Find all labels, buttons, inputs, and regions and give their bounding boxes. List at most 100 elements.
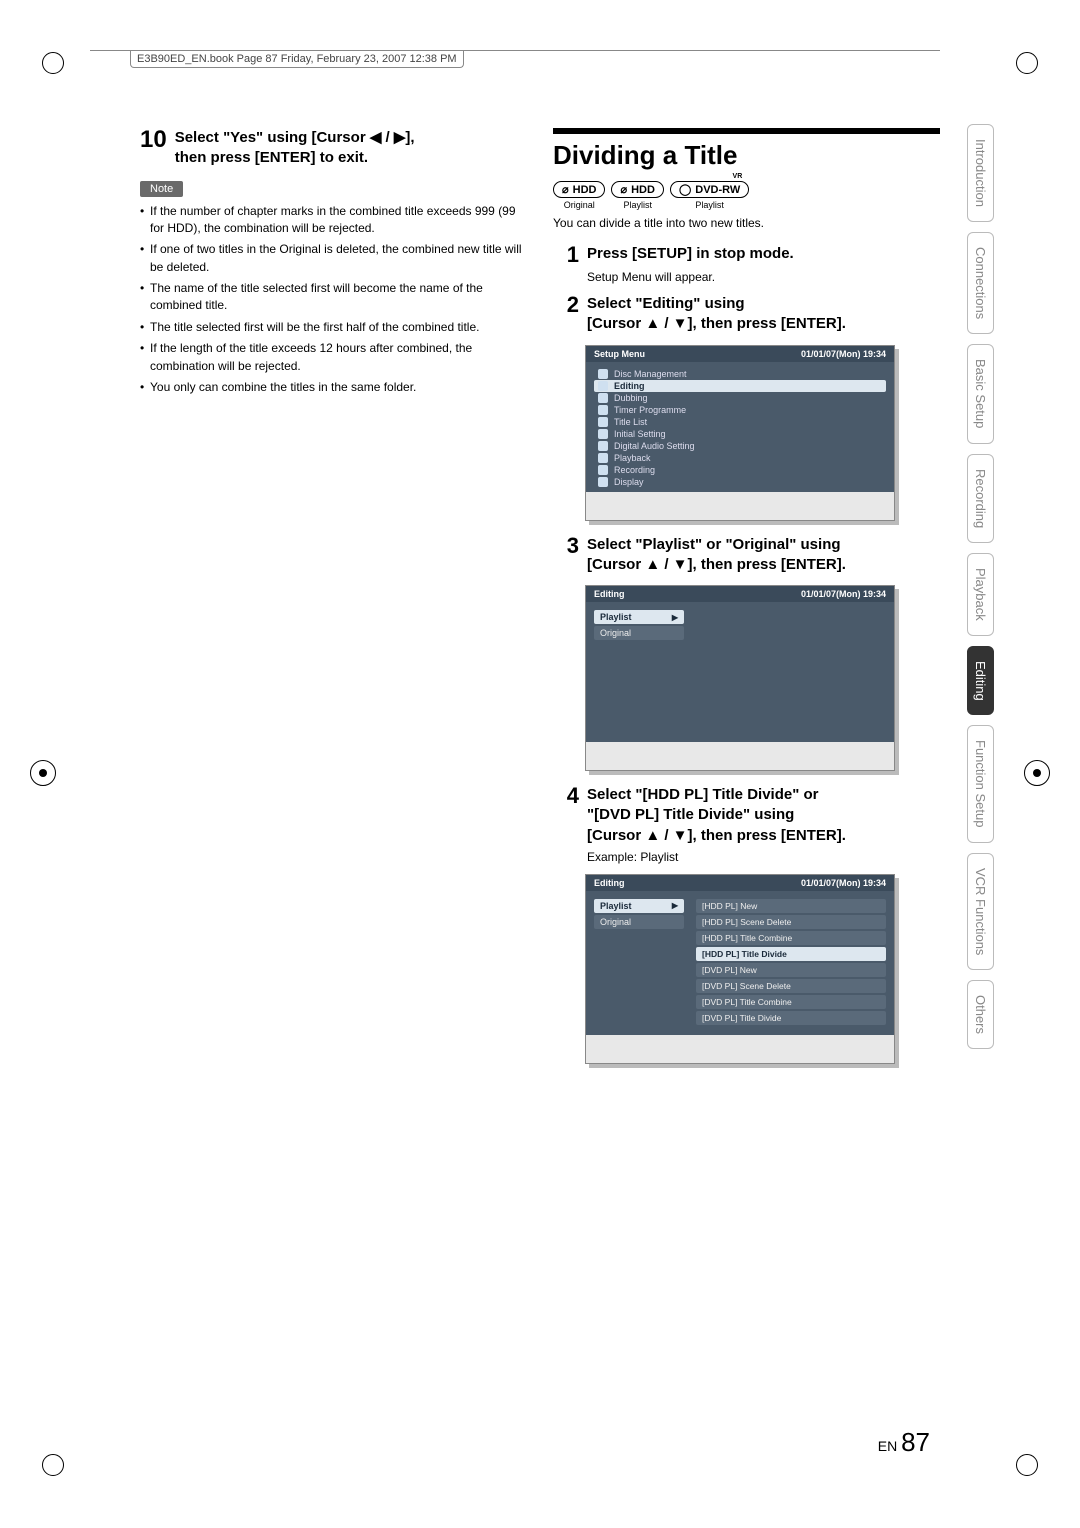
shot-status-bar [586,742,894,770]
step-subtext: Example: Playlist [587,850,940,864]
shot-time: 01/01/07(Mon) 19:34 [801,349,886,359]
step-text-line2: "[DVD PL] Title Divide" using [587,805,846,825]
chevron-right-icon: ▶ [672,613,678,622]
menu-item-icon [598,393,608,403]
menu-item: Original [594,915,684,929]
right-column: Dividing a Title ⌀ HDD Original ⌀ HDD Pl… [553,128,940,1428]
crop-mark-icon [42,1454,64,1476]
menu-item-label: Editing [614,381,645,391]
side-tab-list: Introduction Connections Basic Setup Record… [967,124,994,1049]
section-description: You can divide a title into two new titl… [553,216,940,230]
submenu-item: [DVD PL] New [696,963,886,977]
registration-mark-icon [30,760,56,786]
setup-menu-screenshot: Setup Menu 01/01/07(Mon) 19:34 Disc Mana… [585,345,895,521]
dvd-rw-badge: VR ◯ DVD-RW [670,181,749,198]
menu-item-label: Dubbing [614,393,648,403]
submenu-item: [HDD PL] New [696,899,886,913]
side-tab-function-setup[interactable]: Function Setup [967,725,994,842]
step-number: 4 [553,785,579,807]
menu-item: Editing [594,380,886,392]
menu-item-icon [598,465,608,475]
disc-icon: ⌀ [620,183,627,196]
menu-item-icon [598,441,608,451]
disc-icon: ◯ [679,183,691,196]
chevron-right-icon: ▶ [672,901,678,910]
page-number: 87 [901,1427,930,1457]
side-tab-recording[interactable]: Recording [967,454,994,543]
side-tab-basic-setup[interactable]: Basic Setup [967,344,994,443]
menu-item: Original [594,626,684,640]
disc-icon: ⌀ [562,183,569,196]
menu-item: Title List [594,416,886,428]
crop-mark-icon [1016,1454,1038,1476]
menu-item: Initial Setting [594,428,886,440]
note-bullet: You only can combine the titles in the s… [140,379,527,396]
note-bullet: If the number of chapter marks in the co… [140,203,527,238]
menu-item: Timer Programme [594,404,886,416]
hdd-badge: ⌀ HDD [553,181,605,198]
side-tab-introduction[interactable]: Introduction [967,124,994,222]
step-text-line3: [Cursor ▲ / ▼], then press [ENTER]. [587,826,846,846]
submenu-item: [DVD PL] Title Divide [696,1011,886,1025]
step-text-line1: Select "[HDD PL] Title Divide" or [587,785,846,805]
menu-item-label: Playback [614,453,651,463]
crop-mark-icon [42,52,64,74]
shot-time: 01/01/07(Mon) 19:34 [801,589,886,599]
side-tab-vcr-functions[interactable]: VCR Functions [967,853,994,970]
page-lang: EN [878,1438,897,1454]
crop-mark-icon [1016,52,1038,74]
step-number: 2 [553,294,579,316]
submenu-item: [DVD PL] Title Combine [696,995,886,1009]
badge-superscript: VR [733,173,743,180]
page-footer: EN 87 [878,1427,930,1458]
section-heading: Dividing a Title [553,128,940,171]
submenu-item: [HDD PL] Title Combine [696,931,886,945]
badge-subtext: Original [564,200,595,210]
menu-item-label: Title List [614,417,647,427]
step-number: 3 [553,535,579,557]
step-text-line2: then press [ENTER] to exit. [175,148,415,168]
side-tab-editing[interactable]: Editing [967,646,994,716]
step-text: Press [SETUP] in stop mode. [587,244,794,264]
step-text-line1: Select "Editing" using [587,294,846,314]
note-label: Note [140,181,183,197]
side-tab-playback[interactable]: Playback [967,553,994,636]
shot-title: Setup Menu [594,349,645,359]
note-bullet: If the length of the title exceeds 12 ho… [140,340,527,375]
note-bullet: The name of the title selected first wil… [140,280,527,315]
step-number: 10 [140,128,167,152]
note-bullet: If one of two titles in the Original is … [140,241,527,276]
book-header: E3B90ED_EN.book Page 87 Friday, February… [90,50,940,72]
menu-item: Recording [594,464,886,476]
menu-item-icon [598,369,608,379]
submenu-item: [HDD PL] Scene Delete [696,915,886,929]
menu-item-label: Timer Programme [614,405,686,415]
menu-item-label: Initial Setting [614,429,666,439]
shot-status-bar [586,492,894,520]
hdd-badge: ⌀ HDD [611,181,663,198]
left-column: 10 Select "Yes" using [Cursor ◀ / ▶], th… [140,128,527,1428]
badge-subtext: Playlist [695,200,724,210]
menu-item: Disc Management [594,368,886,380]
submenu-item: [DVD PL] Scene Delete [696,979,886,993]
shot-title: Editing [594,878,625,888]
menu-item-label: Display [614,477,644,487]
menu-item: Playback [594,452,886,464]
menu-item-icon [598,477,608,487]
editing-playlist-screenshot: Editing 01/01/07(Mon) 19:34 Playlist▶Ori… [585,874,895,1064]
menu-item-icon [598,453,608,463]
menu-item-label: Recording [614,465,655,475]
menu-item: Digital Audio Setting [594,440,886,452]
menu-item: Playlist▶ [594,610,684,624]
step-subtext: Setup Menu will appear. [587,270,940,284]
step-text-line2: [Cursor ▲ / ▼], then press [ENTER]. [587,314,846,334]
submenu-item: [HDD PL] Title Divide [696,947,886,961]
editing-menu-screenshot: Editing 01/01/07(Mon) 19:34 Playlist▶Ori… [585,585,895,771]
step-text-line1: Select "Playlist" or "Original" using [587,535,846,555]
menu-item-label: Disc Management [614,369,687,379]
menu-item-icon [598,429,608,439]
menu-item-icon [598,405,608,415]
side-tab-others[interactable]: Others [967,980,994,1049]
step-number: 1 [553,244,579,266]
side-tab-connections[interactable]: Connections [967,232,994,334]
